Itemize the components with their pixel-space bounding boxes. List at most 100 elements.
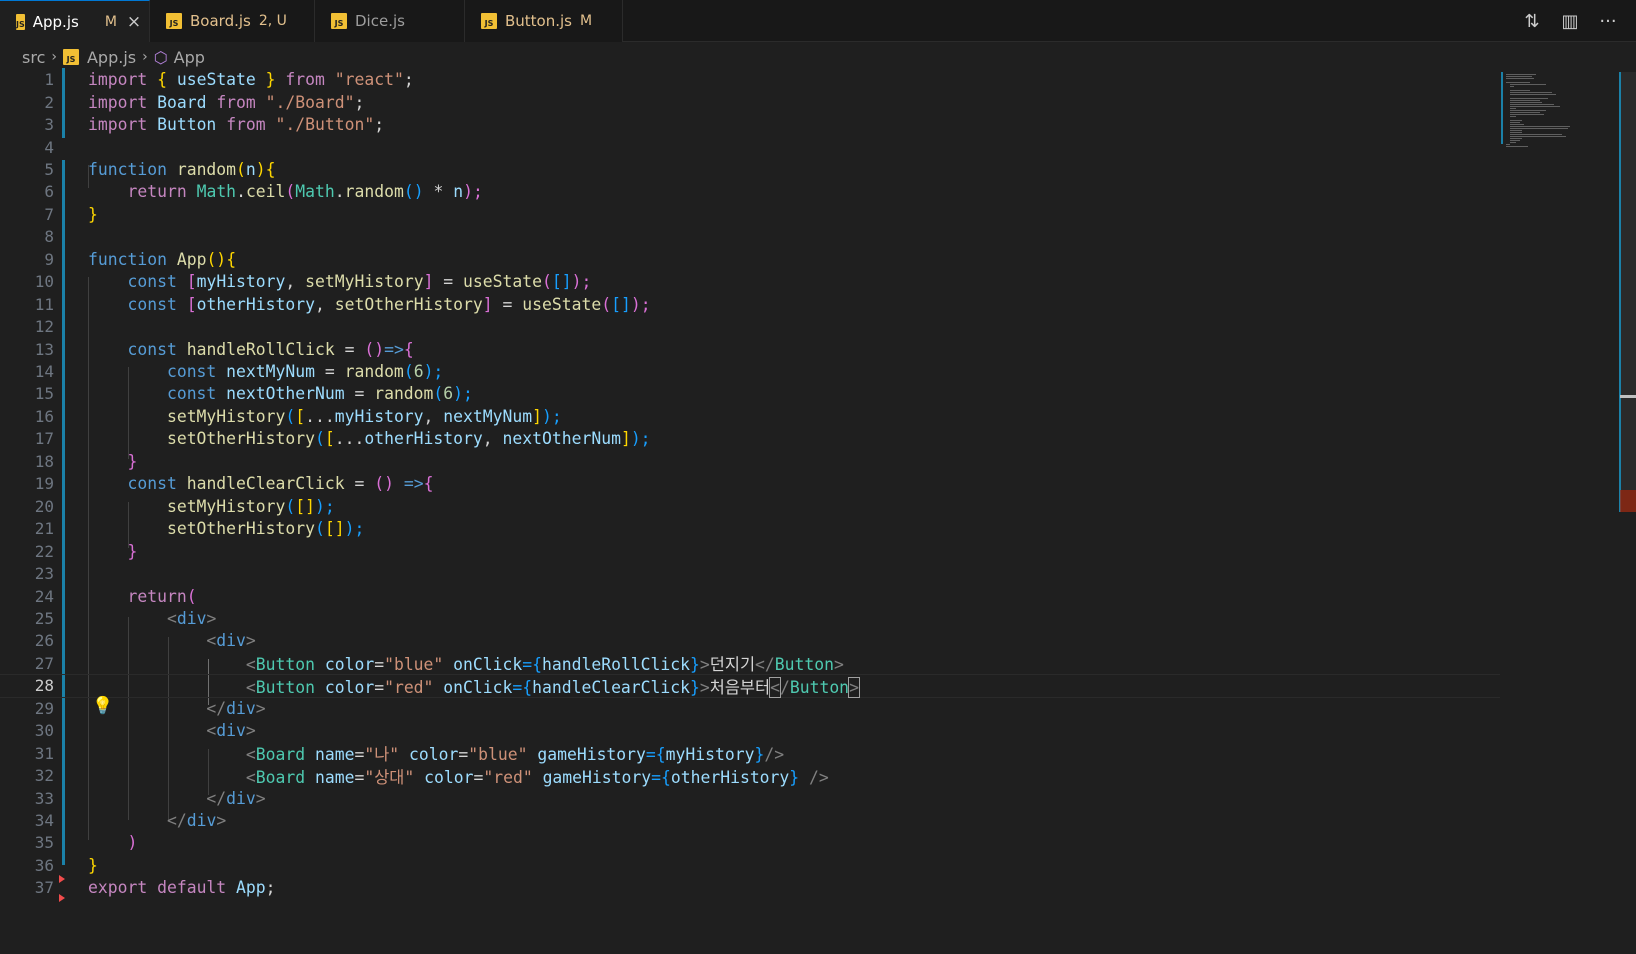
editor-actions: ⇅ ▥ ··· (1522, 0, 1618, 42)
line-number[interactable]: 28 (0, 676, 54, 695)
code-line[interactable]: 18 } (0, 450, 1500, 473)
code-editor[interactable]: 1 import { useState } from "react"; 2 impor… (0, 68, 1500, 954)
line-number[interactable]: 18 (0, 452, 54, 471)
line-number[interactable]: 36 (0, 856, 54, 875)
breadcrumb-symbol[interactable]: App (174, 48, 205, 67)
line-number[interactable]: 19 (0, 474, 54, 493)
code-line[interactable]: 15 const nextOtherNum = random(6); (0, 382, 1500, 405)
minimap-line (1506, 146, 1528, 147)
line-number[interactable]: 30 (0, 721, 54, 740)
line-number[interactable]: 26 (0, 631, 54, 650)
code-line[interactable]: 13 const handleRollClick = ()=>{ (0, 337, 1500, 360)
code-line[interactable]: 20 setMyHistory([]); (0, 495, 1500, 518)
line-number[interactable]: 12 (0, 317, 54, 336)
line-number[interactable]: 37 (0, 878, 54, 897)
line-number[interactable]: 24 (0, 587, 54, 606)
code-line[interactable]: 28 <Button color="red" onClick={handleCl… (0, 674, 1500, 698)
code-line[interactable]: 7} (0, 203, 1500, 226)
line-number[interactable]: 32 (0, 766, 54, 785)
line-number[interactable]: 8 (0, 227, 54, 246)
tab-board-js[interactable]: JS Board.js 2, U (150, 0, 315, 42)
code-line[interactable]: 26 <div> (0, 629, 1500, 652)
code-line[interactable]: 30 <div> (0, 719, 1500, 742)
code-line[interactable]: 6 return Math.ceil(Math.random() * n); (0, 180, 1500, 203)
line-number[interactable]: 25 (0, 609, 54, 628)
line-number[interactable]: 11 (0, 295, 54, 314)
line-number[interactable]: 3 (0, 115, 54, 134)
line-number[interactable]: 4 (0, 138, 54, 157)
line-number[interactable]: 2 (0, 93, 54, 112)
line-number[interactable]: 9 (0, 250, 54, 269)
code-line[interactable]: 12 (0, 315, 1500, 338)
code-line[interactable]: 17 setOtherHistory([...otherHistory, nex… (0, 427, 1500, 450)
code-line[interactable]: 25 <div> (0, 607, 1500, 630)
code-token: myHistory (334, 406, 424, 426)
code-line[interactable]: 1 import { useState } from "react"; (0, 68, 1500, 91)
code-token: } (690, 655, 700, 675)
tab-button-js[interactable]: JS Button.js M (465, 0, 623, 42)
lightbulb-icon[interactable]: 💡 (92, 696, 113, 716)
code-line[interactable]: 16 setMyHistory([...myHistory, nextMyNum… (0, 405, 1500, 428)
code-token: useState (176, 70, 256, 90)
line-number[interactable]: 29 (0, 699, 54, 718)
code-line[interactable]: 24 return( (0, 584, 1500, 607)
line-number[interactable]: 16 (0, 407, 54, 426)
line-number[interactable]: 6 (0, 182, 54, 201)
code-line[interactable]: 22 } (0, 539, 1500, 562)
line-number[interactable]: 1 (0, 70, 54, 89)
code-token: setOtherHistory (166, 519, 315, 539)
line-number[interactable]: 21 (0, 519, 54, 538)
line-number[interactable]: 33 (0, 789, 54, 808)
code-line[interactable]: 2 import Board from "./Board"; (0, 90, 1500, 113)
minimap-line (1510, 136, 1566, 137)
minimap[interactable] (1500, 72, 1600, 152)
code-line[interactable]: 34 </div> (0, 809, 1500, 832)
code-line[interactable]: 9 function App(){ (0, 248, 1500, 271)
line-number[interactable]: 20 (0, 497, 54, 516)
line-number[interactable]: 5 (0, 160, 54, 179)
line-number[interactable]: 31 (0, 744, 54, 763)
code-token: ... (305, 406, 335, 426)
code-token: ); (315, 496, 335, 516)
line-number[interactable]: 22 (0, 542, 54, 561)
line-number[interactable]: 15 (0, 384, 54, 403)
code-token: ={ (522, 655, 542, 675)
code-line[interactable]: 37 export default App; (0, 876, 1500, 899)
line-number[interactable]: 7 (0, 205, 54, 224)
line-number[interactable]: 17 (0, 429, 54, 448)
tab-app-js[interactable]: JS App.js M × (0, 0, 150, 42)
tab-dice-js[interactable]: JS Dice.js (315, 0, 465, 42)
breadcrumb-folder[interactable]: src (22, 48, 45, 67)
close-icon[interactable]: × (127, 12, 141, 32)
line-number[interactable]: 10 (0, 272, 54, 291)
code-line[interactable]: 27 <Button color="blue" onClick={handleR… (0, 652, 1500, 675)
code-line[interactable]: 10 const [myHistory, setMyHistory] = use… (0, 270, 1500, 293)
line-number[interactable]: 34 (0, 811, 54, 830)
code-line[interactable]: 21 setOtherHistory([]); (0, 517, 1500, 540)
code-line[interactable]: 8 (0, 225, 1500, 248)
code-line[interactable]: 5 function random(n){ (0, 158, 1500, 181)
line-number[interactable]: 35 (0, 833, 54, 852)
code-line[interactable]: 4 (0, 135, 1500, 158)
line-number[interactable]: 14 (0, 362, 54, 381)
code-line[interactable]: 36} (0, 854, 1500, 877)
code-line[interactable]: 19 const handleClearClick = () =>{ (0, 472, 1500, 495)
line-number[interactable]: 27 (0, 654, 54, 673)
code-line[interactable]: 33 </div> (0, 786, 1500, 809)
code-line[interactable]: 31 <Board name="나" color="blue" gameHist… (0, 742, 1500, 765)
split-editor-icon[interactable]: ▥ (1560, 11, 1580, 32)
code-line[interactable]: 23 (0, 562, 1500, 585)
breadcrumb-file[interactable]: App.js (87, 48, 136, 67)
line-number[interactable]: 13 (0, 340, 54, 359)
compare-changes-icon[interactable]: ⇅ (1522, 11, 1542, 32)
code-token: => (393, 474, 424, 494)
code-line[interactable]: 11 const [otherHistory, setOtherHistory]… (0, 293, 1500, 316)
code-line[interactable]: 14 const nextMyNum = random(6); (0, 360, 1500, 383)
more-actions-icon[interactable]: ··· (1598, 11, 1618, 32)
scrollbar-thumb[interactable] (1619, 72, 1636, 512)
code-line[interactable]: 3 import Button from "./Button"; (0, 113, 1500, 136)
code-line[interactable]: 32 <Board name="상대" color="red" gameHist… (0, 764, 1500, 787)
code-line[interactable]: 29 </div> (0, 697, 1500, 720)
code-line[interactable]: 35 ) (0, 831, 1500, 854)
line-number[interactable]: 23 (0, 564, 54, 583)
